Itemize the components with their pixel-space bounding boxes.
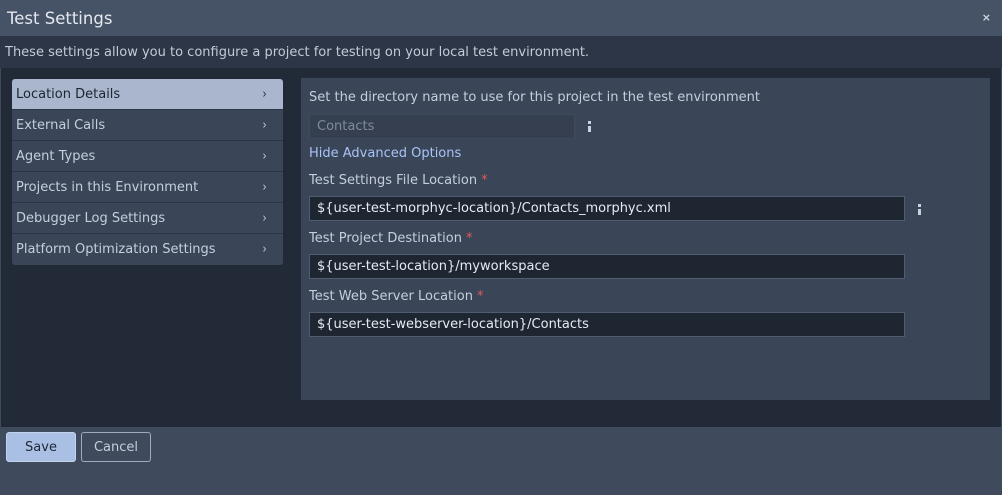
chevron-right-icon: › — [262, 117, 267, 133]
nav-item-label: Projects in this Environment — [16, 179, 199, 195]
dialog-body: Location Details › External Calls › Agen… — [1, 68, 1001, 427]
web-server-field[interactable]: ${user-test-webserver-location}/Contacts — [309, 312, 905, 337]
nav-item-platform-optimization-settings[interactable]: Platform Optimization Settings › — [12, 234, 283, 265]
web-server-label-text: Test Web Server Location — [309, 289, 473, 304]
settings-nav: Location Details › External Calls › Agen… — [12, 79, 283, 265]
required-marker: * — [476, 289, 484, 304]
cancel-button[interactable]: Cancel — [81, 432, 151, 462]
nav-item-projects-in-environment[interactable]: Projects in this Environment › — [12, 172, 283, 203]
directory-name-field: Contacts — [309, 114, 575, 139]
dialog-title: Test Settings — [7, 8, 113, 28]
description-text: These settings allow you to configure a … — [5, 44, 590, 60]
info-icon[interactable] — [915, 204, 923, 216]
required-marker: * — [465, 231, 473, 246]
web-server-label: Test Web Server Location * — [309, 289, 483, 304]
chevron-right-icon: › — [262, 242, 267, 257]
nav-item-debugger-log-settings[interactable]: Debugger Log Settings › — [12, 203, 283, 234]
settings-file-label-text: Test Settings File Location — [309, 173, 478, 188]
dialog-footer: Save Cancel — [0, 427, 1002, 495]
nav-item-label: Agent Types — [16, 148, 96, 164]
info-icon[interactable] — [585, 121, 593, 133]
dialog-titlebar: Test Settings × — [0, 0, 1002, 36]
dialog-description: These settings allow you to configure a … — [0, 36, 1002, 68]
nav-item-external-calls[interactable]: External Calls › — [12, 110, 283, 141]
location-details-panel: Set the directory name to use for this p… — [301, 78, 990, 400]
nav-item-agent-types[interactable]: Agent Types › — [12, 141, 283, 172]
settings-file-label: Test Settings File Location * — [309, 173, 488, 188]
project-destination-label: Test Project Destination * — [309, 231, 472, 246]
chevron-right-icon: › — [262, 210, 267, 226]
nav-item-location-details[interactable]: Location Details › — [12, 79, 283, 110]
chevron-right-icon: › — [262, 148, 267, 164]
nav-item-label: Platform Optimization Settings — [16, 242, 216, 257]
project-destination-field[interactable]: ${user-test-location}/myworkspace — [309, 254, 905, 279]
nav-item-label: External Calls — [16, 117, 106, 133]
nav-item-label: Debugger Log Settings — [16, 210, 166, 226]
required-marker: * — [481, 173, 488, 188]
close-icon[interactable]: × — [982, 11, 991, 24]
directory-label: Set the directory name to use for this p… — [309, 90, 761, 105]
save-button[interactable]: Save — [6, 432, 76, 462]
settings-file-field[interactable]: ${user-test-morphyc-location}/Contacts_m… — [309, 196, 905, 221]
nav-item-label: Location Details — [16, 86, 121, 102]
chevron-right-icon: › — [262, 179, 267, 195]
project-destination-label-text: Test Project Destination — [309, 231, 462, 246]
hide-advanced-options-link[interactable]: Hide Advanced Options — [309, 146, 461, 161]
chevron-right-icon: › — [262, 86, 267, 102]
